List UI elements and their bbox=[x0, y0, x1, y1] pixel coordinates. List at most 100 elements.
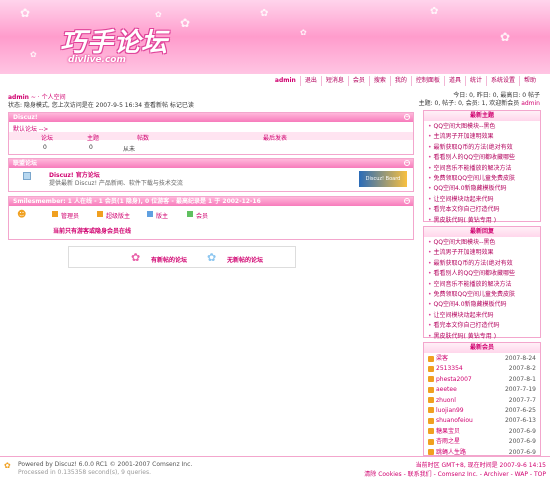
member-item[interactable]: 梁客 2007-8-24 bbox=[428, 354, 536, 364]
member-item[interactable]: shuanofeiou 2007-6-13 bbox=[428, 416, 536, 426]
reply-item[interactable]: • 看完本文你自己打造代码 bbox=[428, 321, 536, 331]
topic-title[interactable]: 让空间模块动起来代码 bbox=[434, 196, 494, 203]
topic-title[interactable]: 黑皮肤代码( 黄钻专用 ) bbox=[434, 217, 497, 224]
nav-tools[interactable]: 道具 bbox=[443, 76, 465, 86]
topic-item[interactable]: • 最新获取Q币的方法(绝对有效 bbox=[428, 143, 536, 153]
member-date: 2007-6-13 bbox=[504, 417, 536, 425]
member-name[interactable]: 跳蝇人生路 bbox=[436, 449, 466, 456]
reply-item[interactable]: • 免费领取QQ空间儿童免费皮肤 bbox=[428, 290, 536, 300]
bullet-icon: • bbox=[428, 174, 432, 182]
member-icon bbox=[428, 428, 434, 435]
category-title[interactable]: Discuz! bbox=[13, 114, 38, 121]
collapse-icon[interactable]: − bbox=[404, 160, 410, 166]
bullet-icon: • bbox=[428, 133, 432, 141]
topic-title[interactable]: 看看别人的QQ空间都收藏哪些 bbox=[434, 154, 515, 161]
bullet-icon: • bbox=[428, 164, 432, 172]
reply-title[interactable]: 黑皮肤代码( 黄钻专用 ) bbox=[434, 333, 497, 340]
member-name[interactable]: phesta2007 bbox=[436, 376, 472, 383]
collapse-icon[interactable]: − bbox=[404, 114, 410, 120]
nav-system-settings[interactable]: 系统设置 bbox=[485, 76, 519, 86]
member-item[interactable]: 杏雨之星 2007-6-9 bbox=[428, 437, 536, 447]
topic-item[interactable]: • 黑皮肤代码( 黄钻专用 ) bbox=[428, 216, 536, 226]
topic-item[interactable]: • 主流男子开加速明效果 bbox=[428, 132, 536, 142]
member-icon bbox=[428, 355, 434, 362]
nav-admin[interactable]: admin bbox=[271, 76, 300, 86]
online-panel: Smilesmember: 1 人在线 - 1 会员(1 隐身), 0 位游客 … bbox=[8, 196, 414, 240]
topic-item[interactable]: • QQ空间大图模块--黑色 bbox=[428, 122, 536, 132]
flower-icon: ✿ bbox=[20, 6, 31, 20]
topic-title[interactable]: 空间音乐不能播放的解决方法 bbox=[434, 165, 512, 172]
nav-members[interactable]: 会员 bbox=[347, 76, 369, 86]
topic-item[interactable]: • 让空间模块动起来代码 bbox=[428, 195, 536, 205]
member-name[interactable]: 梁客 bbox=[436, 355, 448, 362]
stats-totals: 主题: 0, 帖子: 0, 会员: 1, 欢迎新会员 bbox=[418, 100, 520, 107]
topic-title[interactable]: 免费领取QQ空间儿童免费皮肤 bbox=[434, 175, 515, 182]
reply-item[interactable]: • 黑皮肤代码( 黄钻专用 ) bbox=[428, 332, 536, 342]
reply-item[interactable]: • 主流男子开加速明效果 bbox=[428, 248, 536, 258]
member-name[interactable]: 糖果宝贝 bbox=[436, 428, 460, 435]
nav-my[interactable]: 我的 bbox=[389, 76, 411, 86]
nav-help[interactable]: 帮助 bbox=[518, 76, 540, 86]
reply-item[interactable]: • 看看别人的QQ空间都收藏哪些 bbox=[428, 269, 536, 279]
reply-item[interactable]: • 让空间模块动起来代码 bbox=[428, 311, 536, 321]
member-name[interactable]: zhuonl bbox=[436, 397, 456, 404]
nav-stats[interactable]: 统计 bbox=[464, 76, 486, 86]
site-logo[interactable]: 巧手论坛 bbox=[60, 22, 168, 59]
reply-item[interactable]: • QQ空间4.0新隐藏模板代码 bbox=[428, 300, 536, 310]
reply-title[interactable]: 让空间模块动起来代码 bbox=[434, 312, 494, 319]
topic-item[interactable]: • 看完本文你自己打造代码 bbox=[428, 205, 536, 215]
reply-title[interactable]: 免费领取QQ空间儿童免费皮肤 bbox=[434, 291, 515, 298]
topic-title[interactable]: QQ空间4.0新隐藏模板代码 bbox=[434, 185, 507, 192]
topic-title[interactable]: 最新获取Q币的方法(绝对有效 bbox=[434, 144, 513, 151]
member-item[interactable]: 2513354 2007-8-2 bbox=[428, 364, 536, 374]
no-new-posts-label: 无新帖的论坛 bbox=[227, 257, 264, 264]
reply-item[interactable]: • 最新获取Q币的方法(绝对有效 bbox=[428, 259, 536, 269]
reply-title[interactable]: 空间音乐不能播放的解决方法 bbox=[434, 281, 512, 288]
member-name[interactable]: luojian99 bbox=[436, 407, 464, 414]
panel-title: Discuz! − bbox=[9, 113, 413, 122]
panel-title: Smilesmember: 1 人在线 - 1 会员(1 隐身), 0 位游客 … bbox=[9, 197, 413, 206]
nav-search[interactable]: 搜索 bbox=[368, 76, 390, 86]
member-item[interactable]: luojian99 2007-6-25 bbox=[428, 406, 536, 416]
reply-title[interactable]: QQ空间4.0新隐藏模板代码 bbox=[434, 301, 507, 308]
topic-title[interactable]: 看完本文你自己打造代码 bbox=[434, 206, 500, 213]
member-name[interactable]: shuanofeiou bbox=[436, 417, 473, 424]
timezone: 当前时区 GMT+8, 现在时间是 2007-9-6 14:15 bbox=[415, 462, 546, 469]
admin-icon bbox=[52, 211, 58, 217]
discuz-badge[interactable]: Discuz! Board bbox=[359, 171, 407, 187]
topic-item[interactable]: • QQ空间4.0新隐藏模板代码 bbox=[428, 184, 536, 194]
member-name[interactable]: aeetee bbox=[436, 386, 457, 393]
topic-item[interactable]: • 空间音乐不能播放的解决方法 bbox=[428, 164, 536, 174]
member-date: 2007-8-24 bbox=[504, 355, 536, 362]
reply-item[interactable]: • QQ空间大图模块--黑色 bbox=[428, 238, 536, 248]
footer-links[interactable]: 清除 Cookies - 联系我们 - Comsenz Inc. - Archi… bbox=[364, 469, 546, 478]
reply-title[interactable]: 看完本文你自己打造代码 bbox=[434, 322, 500, 329]
bullet-icon: • bbox=[428, 239, 432, 246]
member-item[interactable]: zhuonl 2007-7-7 bbox=[428, 396, 536, 406]
new-topics-title: 最新主题 bbox=[424, 111, 540, 121]
member-item[interactable]: phesta2007 2007-8-1 bbox=[428, 375, 536, 385]
member-item[interactable]: 糖果宝贝 2007-6-9 bbox=[428, 427, 536, 437]
topic-item[interactable]: • 看看别人的QQ空间都收藏哪些 bbox=[428, 153, 536, 163]
header-banner: ✿ ✿ ✿ ✿ ✿ ✿ ✿ ✿ 巧手论坛 divlive.com bbox=[0, 0, 550, 74]
topic-item[interactable]: • 免费领取QQ空间儿童免费皮肤 bbox=[428, 174, 536, 184]
reply-title[interactable]: QQ空间大图模块--黑色 bbox=[434, 239, 496, 246]
new-members-list: 梁客 2007-8-24 2513354 2007-8-2 phesta2007 2007… bbox=[424, 353, 540, 459]
reply-title[interactable]: 看看别人的QQ空间都收藏哪些 bbox=[434, 270, 515, 277]
new-replies-box: 最新回复 • QQ空间大图模块--黑色 • 主流男子开加速明效果 • 最新获取Q币的方法(… bbox=[423, 226, 541, 340]
bullet-icon: • bbox=[428, 259, 432, 267]
topic-title[interactable]: 主流男子开加速明效果 bbox=[434, 133, 494, 140]
collapse-icon[interactable]: − bbox=[404, 198, 410, 204]
nav-messages[interactable]: 短消息 bbox=[320, 76, 348, 86]
member-item[interactable]: aeetee 2007-7-19 bbox=[428, 385, 536, 395]
member-name[interactable]: 2513354 bbox=[436, 365, 463, 372]
nav-control-panel[interactable]: 控制面板 bbox=[410, 76, 444, 86]
newest-member-link[interactable]: admin bbox=[521, 100, 540, 107]
topic-title[interactable]: QQ空间大图模块--黑色 bbox=[434, 123, 496, 130]
reply-title[interactable]: 主流男子开加速明效果 bbox=[434, 249, 494, 256]
reply-title[interactable]: 最新获取Q币的方法(绝对有效 bbox=[434, 260, 513, 267]
nav-logout[interactable]: 退出 bbox=[299, 76, 321, 86]
member-name[interactable]: 杏雨之星 bbox=[436, 438, 460, 445]
reply-item[interactable]: • 空间音乐不能播放的解决方法 bbox=[428, 280, 536, 290]
new-posts-label: 有新帖的论坛 bbox=[151, 257, 188, 264]
